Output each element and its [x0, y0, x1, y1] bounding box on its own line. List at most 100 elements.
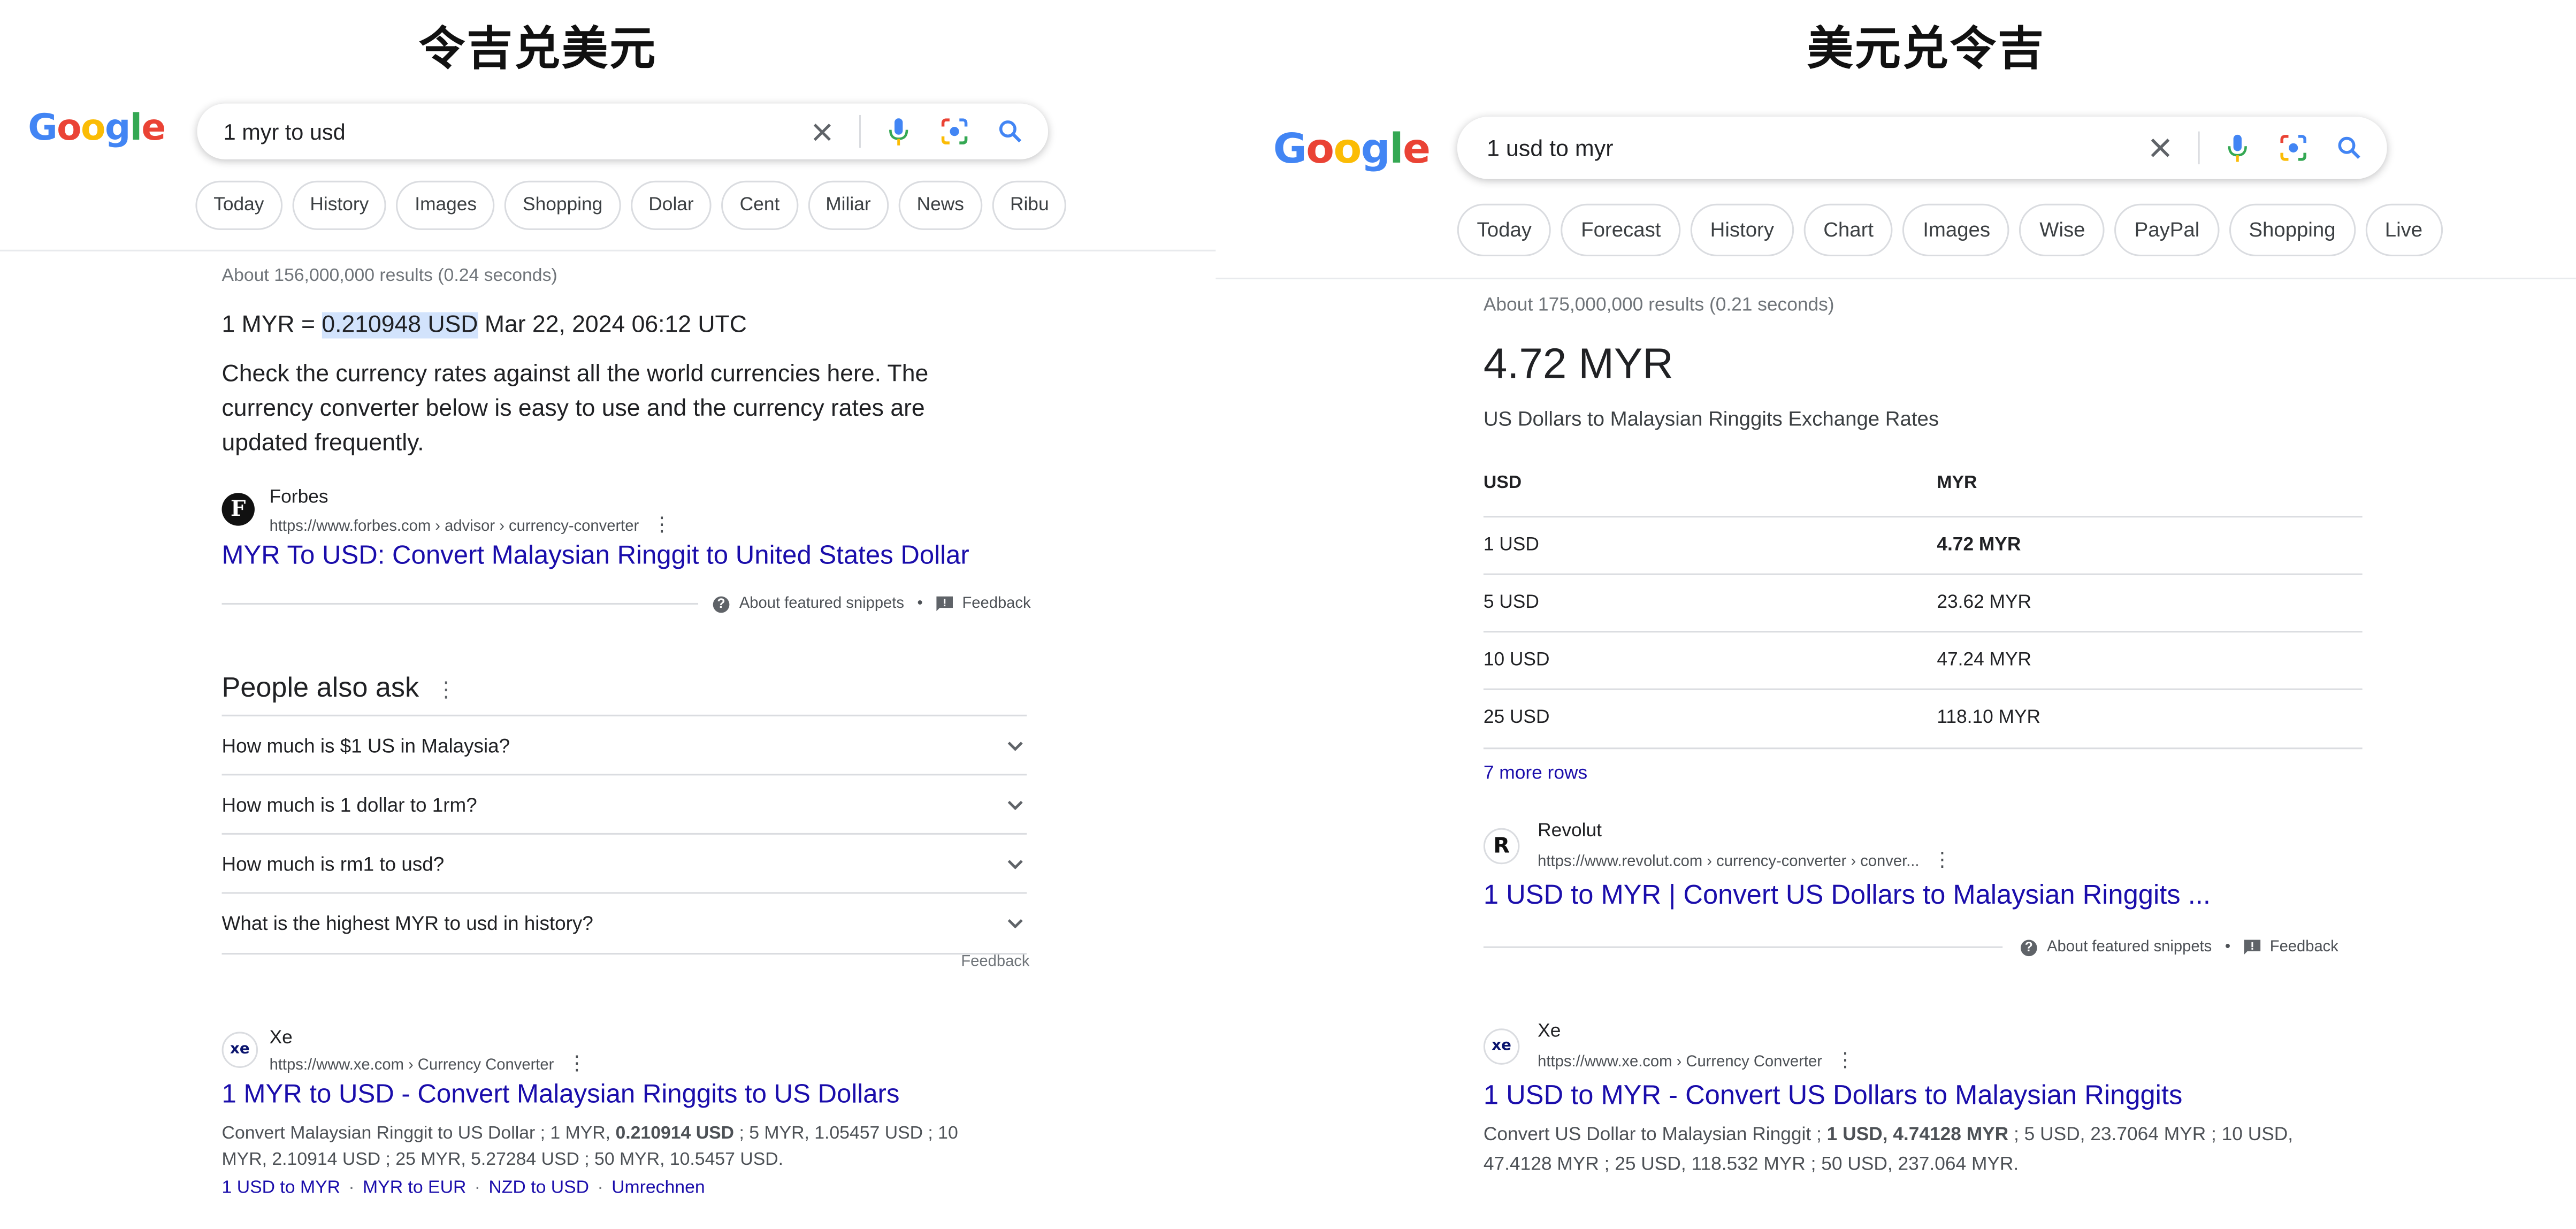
chip-history[interactable]: History	[1690, 203, 1794, 257]
forbes-url: https://www.forbes.com › advisor › curre…	[270, 513, 672, 536]
more-rows-link[interactable]: 7 more rows	[1484, 764, 1587, 784]
forbes-result-title[interactable]: MYR To USD: Convert Malaysian Ringgit to…	[222, 542, 969, 571]
paa-more-icon[interactable]: ⋮	[435, 677, 457, 701]
revolut-result-title[interactable]: 1 USD to MYR | Convert US Dollars to Mal…	[1484, 881, 2211, 912]
featured-snippet-footer: ? About featured snippets • Feedback	[2020, 938, 2338, 956]
result-stats: About 175,000,000 results (0.21 seconds)	[1483, 295, 1834, 316]
table-row: 5 USD 23.62 MYR	[1483, 573, 2363, 633]
chip-cent[interactable]: Cent	[721, 180, 798, 230]
chip-shopping[interactable]: Shopping	[2229, 203, 2356, 257]
chip-news[interactable]: News	[898, 180, 982, 230]
chip-shopping[interactable]: Shopping	[505, 180, 621, 230]
xe-related-links: 1 USD to MYR · MYR to EUR · NZD to USD · Umrec…	[222, 1171, 705, 1201]
paa-question-4[interactable]: What is the highest MYR to usd in histor…	[221, 892, 1027, 955]
chip-images[interactable]: Images	[1903, 203, 2010, 257]
result-stats: About 156,000,000 results (0.24 seconds)	[221, 266, 557, 286]
lens-icon[interactable]	[2275, 130, 2312, 166]
lens-icon[interactable]	[936, 113, 973, 150]
help-icon: ?	[713, 596, 730, 612]
microphone-icon[interactable]	[2220, 130, 2256, 166]
clear-icon[interactable]	[2142, 130, 2178, 166]
search-icon[interactable]	[992, 113, 1029, 150]
search-input[interactable]: 1 myr to usd	[197, 119, 803, 144]
chip-dolar[interactable]: Dolar	[630, 180, 712, 230]
xe-site-name: Xe	[269, 1028, 293, 1049]
xe-result-title[interactable]: 1 MYR to USD - Convert Malaysian Ringgit…	[222, 1081, 900, 1111]
paa-question-text: What is the highest MYR to usd in histor…	[221, 912, 593, 935]
xe-result-description: Convert Malaysian Ringgit to US Dollar ;…	[222, 1120, 994, 1173]
more-options-icon[interactable]: ⋮	[1932, 848, 1952, 871]
microphone-icon[interactable]	[881, 113, 917, 150]
table-cell-usd: 1 USD	[1483, 536, 1539, 555]
revolut-url: https://www.revolut.com › currency-conve…	[1538, 848, 1952, 871]
chip-paypal[interactable]: PayPal	[2114, 203, 2220, 257]
paa-question-1[interactable]: How much is $1 US in Malaysia?	[221, 714, 1027, 776]
search-input[interactable]: 1 usd to myr	[1457, 135, 2142, 161]
related-separator: ·	[348, 1178, 355, 1198]
xe-desc-part: ; 5 USD, 23.7064 MYR ; 10 USD,	[2008, 1125, 2294, 1146]
chip-today[interactable]: Today	[1457, 203, 1551, 257]
chevron-down-icon	[1004, 853, 1027, 876]
google-logo[interactable]: Google	[28, 109, 166, 150]
xe-result-title[interactable]: 1 USD to MYR - Convert US Dollars to Mal…	[1484, 1081, 2183, 1112]
table-header-myr: MYR	[1937, 473, 1977, 493]
search-box: 1 myr to usd	[197, 103, 1049, 159]
bullet-separator: •	[917, 594, 923, 613]
feedback-link[interactable]: Feedback	[962, 595, 1030, 613]
snippet-text: Check the currency rates against all the…	[221, 361, 929, 457]
chip-history[interactable]: History	[292, 180, 387, 230]
forbes-site-name: Forbes	[269, 487, 328, 508]
left-panel: 令吉兑美元 Google 1 myr to usd Today History …	[0, 0, 1216, 1229]
table-cell-myr: 118.10 MYR	[1937, 708, 2041, 728]
revolut-site-name: Revolut	[1538, 821, 1602, 842]
header-divider	[1216, 277, 2576, 280]
related-link-myr-eur[interactable]: MYR to EUR	[363, 1178, 466, 1198]
table-header-usd: USD	[1483, 473, 1522, 493]
chevron-down-icon	[1004, 735, 1027, 758]
feedback-link[interactable]: Feedback	[2270, 938, 2338, 956]
chip-forecast[interactable]: Forecast	[1561, 203, 1681, 257]
feedback-icon	[936, 596, 953, 612]
revolut-url-text: https://www.revolut.com › currency-conve…	[1538, 852, 1920, 871]
table-cell-myr: 23.62 MYR	[1937, 593, 2032, 613]
chip-ribu[interactable]: Ribu	[992, 180, 1067, 230]
chip-images[interactable]: Images	[396, 180, 495, 230]
xe-desc-part: Convert Malaysian Ringgit to US Dollar ;…	[221, 1124, 616, 1144]
chevron-down-icon	[1004, 912, 1027, 935]
related-link-nzd-usd[interactable]: NZD to USD	[488, 1178, 589, 1198]
table-cell-myr: 47.24 MYR	[1937, 650, 2032, 670]
more-options-icon[interactable]: ⋮	[652, 513, 672, 536]
related-link-usd-myr[interactable]: 1 USD to MYR	[222, 1178, 341, 1198]
table-row: 1 USD 4.72 MYR	[1483, 516, 2363, 575]
related-link-umrechnen[interactable]: Umrechnen	[611, 1178, 705, 1198]
chip-wise[interactable]: Wise	[2020, 203, 2105, 257]
answer-prefix: 1 MYR =	[221, 312, 322, 339]
chip-miliar[interactable]: Miliar	[807, 180, 889, 230]
chip-today[interactable]: Today	[195, 180, 282, 230]
xe-site-name: Xe	[1538, 1021, 1561, 1042]
xe-desc-bold: 0.210914 USD	[615, 1124, 735, 1144]
header-divider	[0, 249, 1216, 251]
left-banner: 令吉兑美元	[419, 21, 658, 76]
about-snippets-link[interactable]: About featured snippets	[2047, 938, 2212, 956]
clear-icon[interactable]	[804, 113, 840, 150]
paa-question-3[interactable]: How much is rm1 to usd?	[221, 833, 1027, 894]
about-snippets-link[interactable]: About featured snippets	[739, 595, 904, 613]
paa-question-2[interactable]: How much is 1 dollar to 1rm?	[221, 774, 1027, 835]
table-subtitle: US Dollars to Malaysian Ringgits Exchang…	[1483, 407, 1939, 431]
xe-favicon: xe	[221, 1032, 258, 1068]
answer-date: Mar 22, 2024 06:12 UTC	[478, 312, 747, 339]
search-icon[interactable]	[2331, 130, 2367, 166]
more-options-icon[interactable]: ⋮	[1835, 1048, 1855, 1071]
paa-heading: People also ask ⋮	[222, 672, 457, 705]
chevron-down-icon	[1004, 793, 1027, 816]
paa-feedback-link[interactable]: Feedback	[961, 953, 1029, 971]
chip-live[interactable]: Live	[2365, 203, 2443, 257]
google-logo[interactable]: Google	[1273, 125, 1431, 172]
forbes-favicon: F	[221, 493, 255, 526]
paa-heading-text: People also ask	[221, 671, 419, 704]
xe-desc-part: Convert US Dollar to Malaysian Ringgit ;	[1483, 1125, 1827, 1146]
chip-chart[interactable]: Chart	[1803, 203, 1893, 257]
more-options-icon[interactable]: ⋮	[567, 1051, 587, 1074]
answer-value: 0.210948 USD	[322, 312, 478, 339]
